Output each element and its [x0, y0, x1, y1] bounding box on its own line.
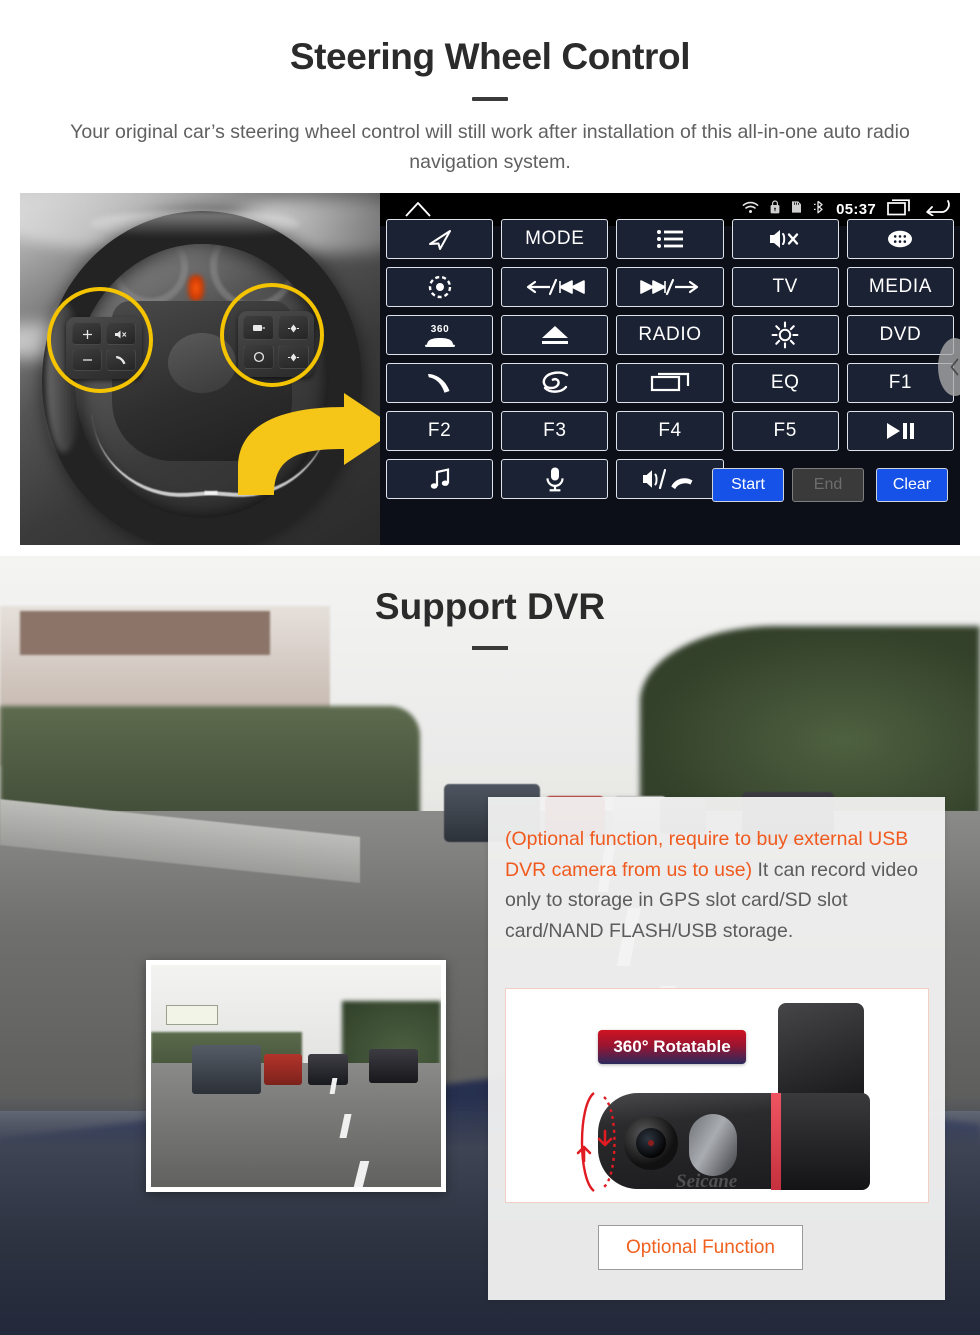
key-next[interactable] [616, 267, 724, 307]
eject-icon [541, 326, 568, 344]
play-pause-icon [887, 423, 915, 439]
screen-window-icon [650, 372, 690, 392]
lock-icon [770, 200, 780, 219]
key-phone[interactable] [386, 363, 494, 403]
title-divider [472, 97, 508, 101]
status-bar-clock: 05:37 [836, 201, 876, 218]
back-icon[interactable] [924, 198, 950, 221]
key-navigation[interactable] [386, 219, 494, 259]
rim-highlight [90, 211, 300, 237]
camera-side-panel [689, 1114, 737, 1176]
dvr-product-image: 360° Rotatable Seicane [505, 988, 929, 1203]
key-power[interactable] [386, 267, 494, 307]
sd-card-icon [791, 200, 802, 219]
key-play-pause[interactable] [846, 411, 955, 451]
key-screen[interactable] [616, 363, 724, 403]
end-button[interactable]: End [792, 468, 864, 502]
brightness-icon [771, 321, 799, 349]
wifi-icon [742, 201, 759, 219]
trees-right [640, 626, 980, 816]
clear-button[interactable]: Clear [876, 468, 948, 502]
mute-speaker-icon [770, 230, 799, 248]
key-prev[interactable] [501, 267, 609, 307]
key-f4[interactable]: F4 [616, 411, 724, 451]
preview-vehicle [264, 1053, 302, 1085]
key-360-camera[interactable]: 360 [386, 315, 494, 355]
dvr-info-panel: (Optional function, require to buy exter… [488, 797, 945, 1300]
status-badge: 360° Rotatable [598, 1030, 746, 1064]
key-f2[interactable]: F2 [386, 411, 494, 451]
swc-keypad: MODE TV MEDIA 360 RADIO DVD EQ F1 F2 F3 … [380, 219, 960, 508]
swc-action-bar: Start End Clear [380, 468, 960, 508]
phone-call-icon [427, 374, 450, 393]
keypad-row: EQ F1 [386, 363, 955, 403]
camera-mount [778, 1093, 870, 1190]
key-eq[interactable]: EQ [731, 363, 839, 403]
key-mute[interactable] [731, 219, 839, 259]
key-media[interactable]: MEDIA [846, 267, 955, 307]
list-menu-icon [657, 230, 683, 248]
navigation-arrow-icon [428, 230, 451, 250]
power-eye-icon [428, 275, 451, 299]
camera-red-band [771, 1093, 781, 1190]
right-cluster-highlight-circle [220, 283, 324, 387]
head-unit-screen: 05:37 MODE TV MEDIA 360 RADIO DVD EQ F1 … [380, 193, 960, 545]
left-cluster-highlight-circle [47, 287, 153, 393]
section-title: Support DVR [374, 586, 606, 627]
keypad-row: 360 RADIO DVD [386, 315, 955, 355]
key-eject[interactable] [501, 315, 609, 355]
key-f3[interactable]: F3 [501, 411, 609, 451]
preview-vehicle [368, 1049, 418, 1083]
steering-demo-strip: 05:37 MODE TV MEDIA 360 RADIO DVD EQ F1 … [20, 193, 960, 545]
key-brightness[interactable] [731, 315, 839, 355]
camera-lens-reflection [648, 1140, 654, 1146]
camera-bracket [778, 1003, 864, 1095]
rotation-arrows-icon [574, 1083, 622, 1201]
keypad-row: MODE [386, 219, 955, 259]
key-dvd[interactable]: DVD [846, 315, 955, 355]
key-apps[interactable] [846, 219, 955, 259]
yellow-arrow-icon [232, 391, 380, 511]
key-swirl[interactable] [501, 363, 609, 403]
key-radio[interactable]: RADIO [616, 315, 724, 355]
page-root: Steering Wheel Control Your original car… [0, 0, 980, 1335]
apps-grid-icon [888, 230, 913, 248]
steering-wheel-control-section: Steering Wheel Control Your original car… [0, 0, 980, 556]
bluetooth-icon [813, 200, 825, 219]
keypad-row: F2 F3 F4 F5 [386, 411, 955, 451]
steering-wheel-photo [20, 193, 380, 545]
prev-track-icon [526, 278, 585, 296]
key-tv[interactable]: TV [731, 267, 839, 307]
keypad-row: TV MEDIA [386, 267, 955, 307]
page-title: Steering Wheel Control [289, 36, 691, 77]
start-button[interactable]: Start [712, 468, 784, 502]
key-list[interactable] [616, 219, 724, 259]
swirl-icon [542, 371, 568, 393]
dvr-description: (Optional function, require to buy exter… [505, 824, 933, 946]
next-track-icon [640, 278, 699, 296]
dashcam-preview-thumbnail [146, 960, 446, 1192]
preview-road-sign [165, 1004, 218, 1025]
section-title-divider [472, 646, 508, 650]
svg-text:360: 360 [430, 324, 449, 335]
key-mode[interactable]: MODE [501, 219, 609, 259]
page-subtitle: Your original car’s steering wheel contr… [70, 121, 910, 173]
preview-vehicle [307, 1053, 349, 1085]
360-camera-icon: 360 [424, 324, 455, 347]
preview-vehicle [191, 1044, 262, 1094]
optional-function-button[interactable]: Optional Function [598, 1225, 803, 1270]
recents-icon[interactable] [887, 198, 913, 221]
key-f5[interactable]: F5 [731, 411, 839, 451]
brand-logo: Seicane [676, 1171, 738, 1192]
